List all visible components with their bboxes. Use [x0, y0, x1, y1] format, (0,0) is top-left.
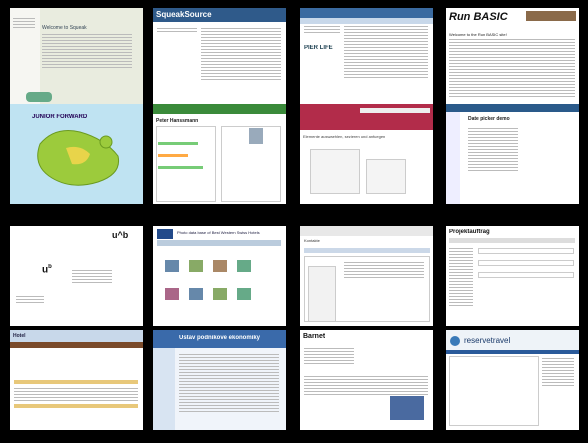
tile-squeak-welcome[interactable]: Welcome to Squeak: [10, 8, 143, 108]
tile-title: reservetravel: [464, 336, 511, 345]
tile-title: SqueakSource: [156, 10, 212, 19]
tile-title: Peter Hanssmann: [156, 118, 199, 124]
screenshot-gallery: Welcome to Squeak SqueakSource PIER LIFE…: [0, 0, 588, 443]
tile-elements-page[interactable]: Elemente auswaehlen, sezieren und anfueg…: [300, 104, 433, 204]
tile-project-form[interactable]: Projektauftrag: [446, 226, 579, 326]
tile-reserve-travel[interactable]: reservetravel: [446, 330, 579, 430]
tile-title: Welcome to Squeak: [42, 25, 87, 31]
tile-squeaksource[interactable]: SqueakSource: [153, 8, 286, 108]
tile-admin-grid[interactable]: Kontakte: [300, 226, 433, 326]
tile-run-basic[interactable]: Run BASIC Welcome to the Run BASIC site!: [446, 8, 579, 108]
tile-title: Photo data base of Best Western Swiss Ho…: [177, 230, 260, 235]
tile-title: Hotel: [13, 333, 26, 339]
tile-title: Ustav podnikove ekonomiky: [179, 335, 261, 341]
ub-logo: ub: [42, 264, 52, 276]
tile-title: Kontakte: [304, 238, 320, 243]
tile-ub-letterhead[interactable]: u^b ub: [10, 226, 143, 326]
tile-title: Barnet: [303, 333, 326, 340]
tile-hotel-table[interactable]: Hotel: [10, 330, 143, 430]
tile-wbooks-profile[interactable]: Peter Hanssmann: [153, 104, 286, 204]
tile-pier-site[interactable]: PIER LIFE: [300, 8, 433, 108]
tile-barnet-store[interactable]: Barnet: [300, 330, 433, 430]
tile-best-western-photos[interactable]: Photo data base of Best Western Swiss Ho…: [153, 226, 286, 326]
tile-ustav-economics[interactable]: Ustav podnikove ekonomiky: [153, 330, 286, 430]
tile-title: PIER LIFE: [304, 45, 333, 51]
tile-title: Date picker demo: [468, 116, 510, 122]
tile-title: Run BASIC: [449, 11, 508, 23]
tile-title: Projektauftrag: [449, 229, 490, 235]
tile-title: JUNIOR FORWARD: [32, 114, 88, 120]
tile-junior-map[interactable]: JUNIOR FORWARD: [10, 104, 143, 204]
tile-subtitle: Welcome to the Run BASIC site!: [449, 32, 507, 37]
tile-title: Elemente auswaehlen, sezieren und anfueg…: [303, 134, 386, 139]
tile-title: u^b: [112, 230, 129, 240]
tile-date-picker-demo[interactable]: Date picker demo: [446, 104, 579, 204]
